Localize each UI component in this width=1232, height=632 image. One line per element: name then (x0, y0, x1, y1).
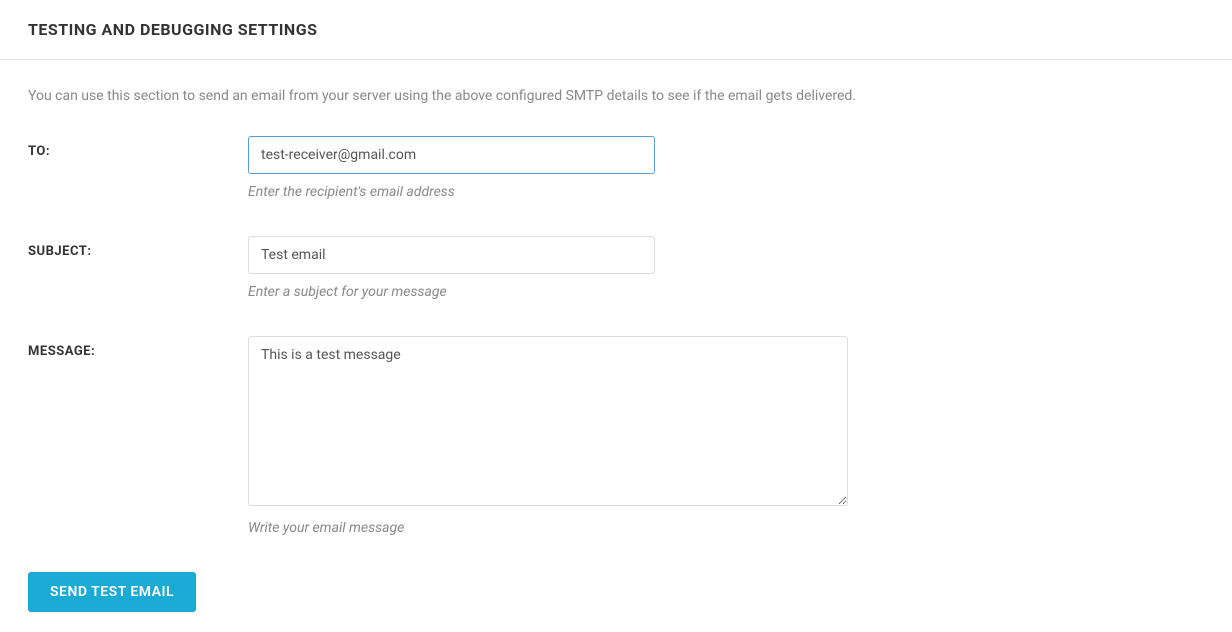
to-helper: Enter the recipient's email address (248, 184, 655, 200)
section-divider (0, 59, 1232, 60)
to-label: TO: (28, 136, 248, 159)
send-test-email-button[interactable]: SEND TEST EMAIL (28, 572, 196, 612)
to-input[interactable] (248, 136, 655, 174)
subject-helper: Enter a subject for your message (248, 284, 655, 300)
message-row: MESSAGE: Write your email message (28, 336, 1204, 536)
message-label: MESSAGE: (28, 336, 248, 359)
to-row: TO: Enter the recipient's email address (28, 136, 1204, 200)
section-title: TESTING AND DEBUGGING SETTINGS (28, 20, 1204, 59)
subject-label: SUBJECT: (28, 236, 248, 259)
section-description: You can use this section to send an emai… (28, 88, 1204, 104)
message-input[interactable] (248, 336, 848, 506)
subject-row: SUBJECT: Enter a subject for your messag… (28, 236, 1204, 300)
subject-input[interactable] (248, 236, 655, 274)
message-helper: Write your email message (248, 520, 848, 536)
